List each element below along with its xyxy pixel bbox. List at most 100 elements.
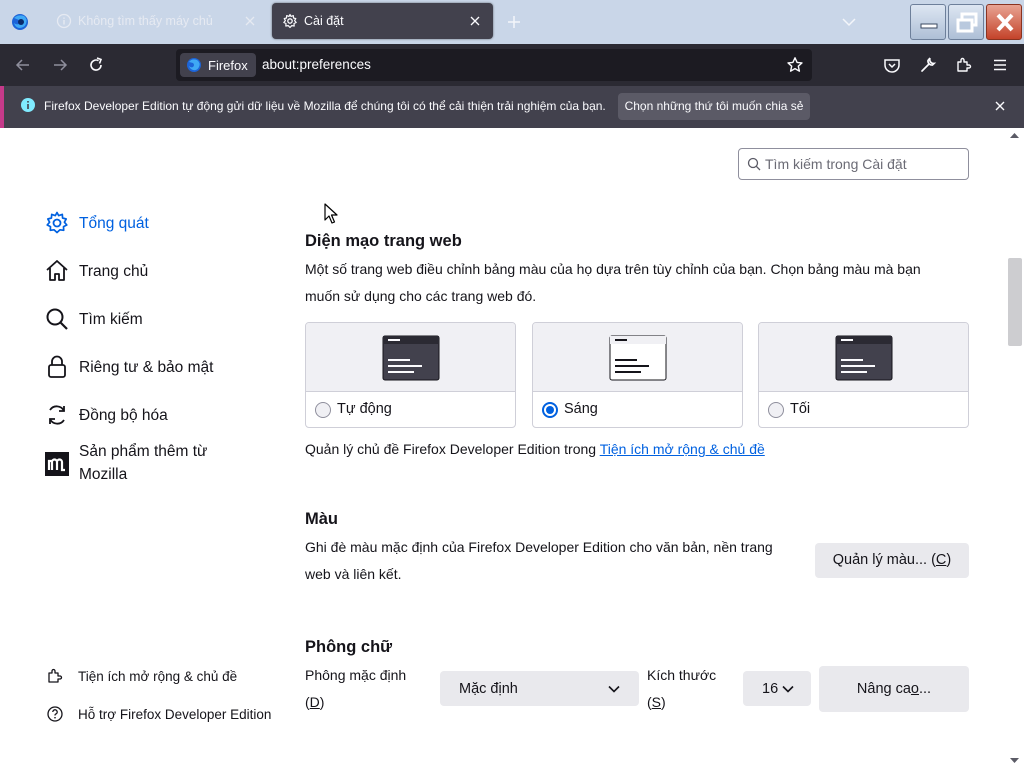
font-size-accesskey: S <box>651 694 662 710</box>
font-size-select[interactable]: 16 <box>743 671 811 706</box>
theme-option-dark[interactable]: Tối <box>758 322 969 428</box>
category-general[interactable]: Tổng quát <box>44 210 149 236</box>
url-text[interactable]: about:preferences <box>262 57 371 72</box>
reload-icon[interactable] <box>86 55 106 75</box>
vertical-scrollbar[interactable] <box>1005 128 1024 768</box>
close-icon <box>996 13 1014 32</box>
identity-label: Firefox <box>208 58 248 73</box>
font-size-label: Kích thước (S) <box>647 667 717 710</box>
back-arrow-icon[interactable] <box>13 55 33 75</box>
category-sync[interactable]: Đồng bộ hóa <box>44 402 168 428</box>
footer-link-label: Hỗ trợ Firefox Developer Edition <box>78 706 272 722</box>
theme-radio-light[interactable] <box>542 402 558 418</box>
advanced-fonts-accesskey: o <box>910 681 919 697</box>
sync-icon <box>49 405 65 425</box>
manage-colors-accesskey: C <box>935 552 947 568</box>
close-window-button[interactable] <box>986 4 1022 40</box>
chevron-down-icon[interactable] <box>840 13 858 31</box>
font-size-value: 16 <box>762 681 779 697</box>
theme-preview <box>306 323 515 392</box>
default-font-value: Mặc định <box>459 681 518 697</box>
close-icon[interactable] <box>992 98 1008 114</box>
theme-preview <box>759 323 968 392</box>
info-icon <box>56 13 72 29</box>
support-link[interactable]: Hỗ trợ Firefox Developer Edition <box>46 705 271 723</box>
default-font-select[interactable]: Mặc định <box>440 671 639 706</box>
forward-arrow-icon[interactable] <box>50 55 70 75</box>
category-more-from-mozilla[interactable]: Sản phẩm thêm từ Mozilla <box>44 440 207 486</box>
default-font-label: Phông mặc định (D) <box>305 667 407 710</box>
manage-themes-text: Quản lý chủ đề Firefox Developer Edition… <box>305 441 600 457</box>
appearance-heading: Diện mạo trang web <box>305 232 462 250</box>
manage-colors-button[interactable]: Quản lý màu... (C) <box>815 543 969 578</box>
pocket-icon[interactable] <box>882 55 902 75</box>
theme-option-auto[interactable]: Tự động <box>305 322 516 428</box>
theme-preview-image <box>609 335 667 381</box>
scroll-up-arrow-icon[interactable] <box>1008 130 1021 142</box>
tab-settings[interactable]: Cài đặt <box>272 3 493 39</box>
category-search[interactable]: Tìm kiếm <box>44 306 143 332</box>
colors-description: Ghi đè màu mặc định của Firefox Develope… <box>305 534 773 588</box>
colors-desc-line1: Ghi đè màu mặc định của Firefox Develope… <box>305 539 773 555</box>
tab-server-not-found[interactable]: Không tìm thấy máy chủ <box>46 3 268 39</box>
firefox-logo-icon <box>187 58 201 72</box>
identity-box[interactable]: Firefox <box>180 53 256 77</box>
category-label: Tổng quát <box>79 214 149 232</box>
category-label: Tìm kiếm <box>79 310 143 328</box>
theme-preview-image <box>382 335 440 381</box>
chevron-down-icon <box>782 685 794 693</box>
category-label: Riêng tư & bảo mật <box>79 358 214 376</box>
firefox-dev-logo-icon[interactable] <box>10 12 30 32</box>
category-label-line1: Sản phẩm thêm từ <box>79 443 208 460</box>
settings-search-box[interactable] <box>738 148 969 180</box>
extensions-themes-link[interactable]: Tiện ích mở rộng & chủ đề <box>46 667 237 685</box>
settings-search-input[interactable] <box>765 154 961 174</box>
minimize-icon <box>920 23 938 29</box>
theme-option-label: Tự động <box>337 401 392 417</box>
advanced-fonts-label: Nâng ca <box>856 681 911 697</box>
theme-option-label: Tối <box>790 401 811 417</box>
appearance-desc-line1: Một số trang web điều chỉnh bảng màu của… <box>305 261 921 277</box>
extensions-puzzle-icon[interactable] <box>954 55 974 75</box>
minimize-button[interactable] <box>910 4 946 40</box>
data-reporting-notification: Firefox Developer Edition tự động gửi dữ… <box>0 86 1024 128</box>
new-tab-plus-icon[interactable] <box>505 13 523 31</box>
close-tab-icon[interactable] <box>467 13 483 29</box>
hamburger-menu-icon[interactable] <box>990 55 1010 75</box>
restore-button[interactable] <box>948 4 984 40</box>
advanced-fonts-label-end: ... <box>919 681 932 697</box>
choose-what-to-share-button[interactable]: Chọn những thứ tôi muốn chia sẻ <box>618 93 810 120</box>
puzzle-icon <box>48 668 63 683</box>
theme-radio-dark[interactable] <box>768 402 784 418</box>
theme-preview-image <box>835 335 893 381</box>
info-icon <box>21 98 35 112</box>
theme-radio-auto[interactable] <box>315 402 331 418</box>
manage-themes-line: Quản lý chủ đề Firefox Developer Edition… <box>305 441 765 457</box>
preferences-page: Tổng quát Trang chủ Tìm kiếm Riêng tư & … <box>0 128 1024 768</box>
scrollbar-thumb[interactable] <box>1008 258 1022 346</box>
gear-icon <box>283 13 297 29</box>
category-privacy[interactable]: Riêng tư & bảo mật <box>44 354 213 380</box>
theme-preview <box>533 323 742 392</box>
search-icon <box>46 308 68 330</box>
theme-option-light[interactable]: Sáng <box>532 322 743 428</box>
category-home[interactable]: Trang chủ <box>44 258 148 284</box>
scroll-down-arrow-icon[interactable] <box>1008 754 1021 766</box>
manage-colors-label-end: ) <box>946 552 952 568</box>
close-tab-icon[interactable] <box>242 13 258 29</box>
extensions-themes-link-inline[interactable]: Tiện ích mở rộng & chủ đề <box>600 441 765 457</box>
bookmark-star-icon[interactable] <box>786 56 804 74</box>
url-bar[interactable]: Firefox about:preferences <box>176 49 812 81</box>
default-font-label-text: Phông mặc định <box>305 667 407 683</box>
category-label-line2: Mozilla <box>79 466 128 483</box>
wrench-icon[interactable] <box>918 55 938 75</box>
manage-colors-label: Quản lý màu... ( <box>832 552 936 568</box>
tab-label: Cài đặt <box>304 14 344 28</box>
font-size-label-text: Kích thước <box>647 667 717 683</box>
chevron-down-icon <box>608 685 620 693</box>
mouse-pointer-icon <box>324 203 338 224</box>
home-icon <box>46 260 68 281</box>
notification-text: Firefox Developer Edition tự động gửi dữ… <box>44 99 606 113</box>
category-label: Trang chủ <box>79 262 149 280</box>
advanced-fonts-button[interactable]: Nâng cao... <box>819 666 969 712</box>
